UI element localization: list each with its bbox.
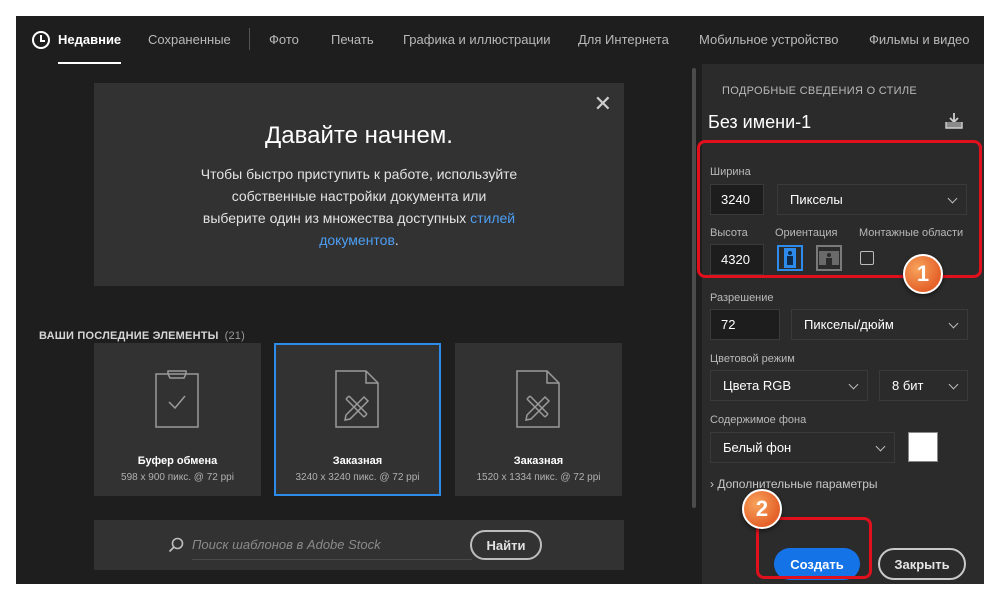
document-name[interactable]: Без имени-1 [708,112,811,133]
tab-web[interactable]: Для Интернета [578,16,669,64]
stock-search-bar: Найти [94,520,624,570]
color-mode-select[interactable]: Цвета RGB [710,370,868,401]
color-mode-value: Цвета RGB [723,378,791,393]
panel-title: ПОДРОБНЫЕ СВЕДЕНИЯ О СТИЛЕ [722,85,918,97]
search-icon [168,537,184,553]
recent-card-clipboard[interactable]: Буфер обмена 598 x 900 пикс. @ 72 ppi [94,343,261,496]
scrollbar[interactable] [692,68,696,508]
new-document-dialog: Недавние Сохраненные Фото Печать Графика… [16,16,984,584]
search-input[interactable] [192,530,472,560]
recent-items-heading: ВАШИ ПОСЛЕДНИЕ ЭЛЕМЕНТЫ (21) [39,330,245,342]
tab-recent-label: Недавние [58,32,122,47]
search-button[interactable]: Найти [470,530,542,560]
presets-area: ✕ Давайте начнем. Чтобы быстро приступит… [16,64,702,584]
recent-title-text: ВАШИ ПОСЛЕДНИЕ ЭЛЕМЕНТЫ [39,330,219,342]
save-preset-icon[interactable] [944,112,964,130]
advanced-options-toggle[interactable]: › Дополнительные параметры [710,477,878,491]
tab-separator [249,28,250,50]
tab-art-illustration[interactable]: Графика и иллюстрации [403,16,550,64]
custom-document-icon [335,370,379,428]
bit-depth-select[interactable]: 8 бит [879,370,968,401]
background-color-swatch[interactable] [908,432,938,462]
chevron-down-icon [848,379,859,390]
tab-print[interactable]: Печать [331,16,374,64]
annotation-step-1: 1 [903,254,943,294]
chevron-right-icon: › [710,477,714,491]
tab-photo[interactable]: Фото [269,16,299,64]
card-size: 1520 x 1334 пикс. @ 72 ppi [476,472,601,483]
tab-film-video[interactable]: Фильмы и видео [869,16,969,64]
card-size: 3240 x 3240 пикс. @ 72 ppi [295,472,420,483]
recent-card-custom[interactable]: Заказная 1520 x 1334 пикс. @ 72 ppi [455,343,622,496]
recent-card-custom-selected[interactable]: Заказная 3240 x 3240 пикс. @ 72 ppi [274,343,441,496]
resolution-input[interactable]: 72 [710,309,780,340]
welcome-title: Давайте начнем. [265,122,453,149]
tab-mobile[interactable]: Мобильное устройство [699,16,839,64]
annotation-step-2: 2 [742,489,782,529]
background-value: Белый фон [723,440,792,455]
annotation-highlight-create [756,517,872,579]
clipboard-icon [155,370,199,428]
card-title: Заказная [513,455,564,467]
color-mode-label: Цветовой режим [710,353,795,365]
tab-saved[interactable]: Сохраненные [148,16,231,64]
custom-document-icon [516,370,560,428]
card-title: Буфер обмена [137,455,218,467]
advanced-options-label: Дополнительные параметры [717,477,878,491]
card-size: 598 x 900 пикс. @ 72 ppi [121,472,234,483]
chevron-down-icon [948,379,959,390]
close-icon[interactable]: ✕ [594,93,612,115]
recent-count: (21) [224,330,245,342]
resolution-unit-value: Пикселы/дюйм [804,317,894,332]
background-label: Содержимое фона [710,414,807,426]
welcome-text: Чтобы быстро приступить к работе, исполь… [199,163,519,251]
chevron-down-icon [948,318,959,329]
tab-recent[interactable]: Недавние [32,16,122,64]
bit-depth-value: 8 бит [892,378,924,393]
card-title: Заказная [332,455,383,467]
close-button[interactable]: Закрыть [878,548,966,580]
background-select[interactable]: Белый фон [710,432,895,463]
chevron-down-icon [875,441,886,452]
welcome-banner: ✕ Давайте начнем. Чтобы быстро приступит… [94,83,624,286]
preset-tabs: Недавние Сохраненные Фото Печать Графика… [16,16,984,64]
resolution-unit-select[interactable]: Пикселы/дюйм [791,309,968,340]
resolution-label: Разрешение [710,292,774,304]
annotation-highlight-size [697,140,982,278]
welcome-period: . [394,232,399,248]
